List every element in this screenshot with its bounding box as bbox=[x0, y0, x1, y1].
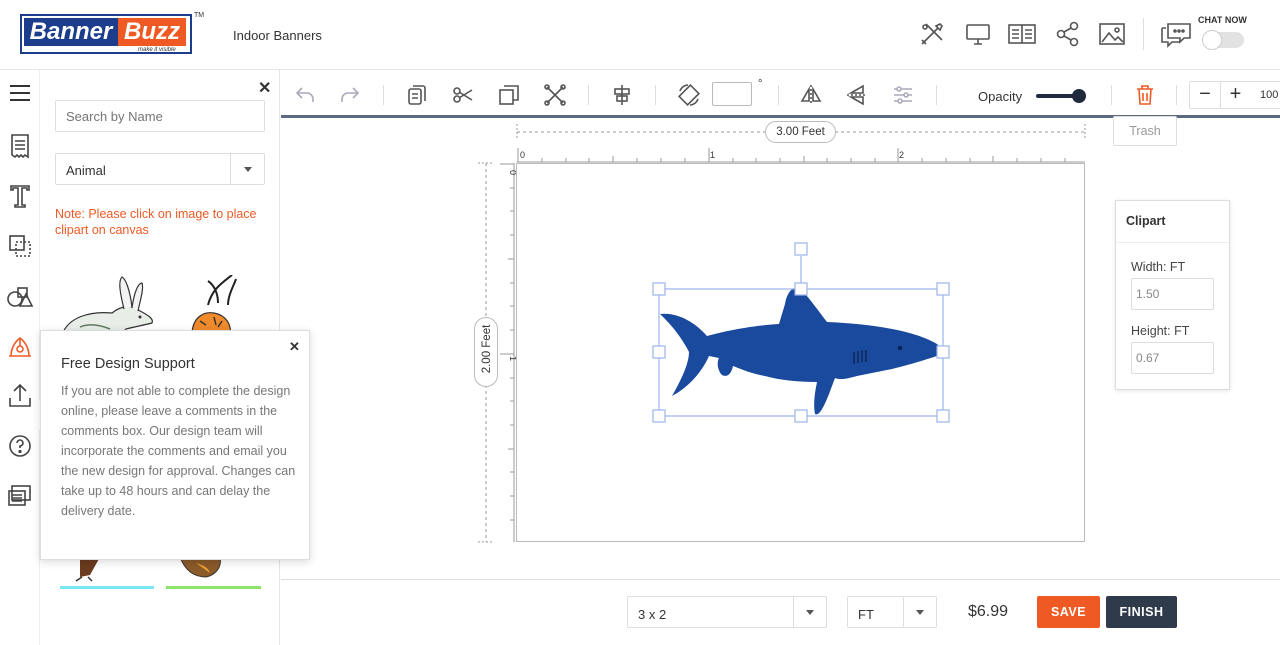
clipart-fox[interactable] bbox=[166, 556, 261, 596]
help-icon[interactable] bbox=[6, 432, 34, 460]
size-select[interactable]: 3 x 2 bbox=[627, 596, 827, 628]
bannerbuzz-logo[interactable]: Banner Buzz make it visible TM bbox=[20, 12, 204, 54]
rotation-input[interactable] bbox=[712, 82, 752, 106]
clipart-bird[interactable] bbox=[60, 557, 154, 596]
flip-horizontal-icon[interactable] bbox=[799, 83, 823, 107]
opacity-slider-thumb[interactable] bbox=[1072, 89, 1086, 103]
menu-icon[interactable] bbox=[6, 79, 34, 107]
design-tools-icon[interactable] bbox=[918, 20, 946, 48]
image-icon[interactable] bbox=[1098, 20, 1126, 48]
popup-close-icon[interactable]: ✕ bbox=[289, 339, 300, 355]
text-icon[interactable] bbox=[6, 182, 34, 210]
width-label: Width: FT bbox=[1131, 260, 1186, 274]
adjust-icon[interactable] bbox=[891, 83, 915, 107]
paste-icon[interactable] bbox=[405, 83, 429, 107]
flip-vertical-icon[interactable] bbox=[845, 83, 869, 107]
shapes-icon[interactable] bbox=[6, 282, 34, 310]
opacity-label: Opacity bbox=[978, 89, 1023, 104]
templates-icon[interactable] bbox=[6, 132, 34, 160]
price-label: $6.99 bbox=[968, 603, 1009, 620]
zoom-control: − + 100 bbox=[1189, 81, 1280, 109]
category-select[interactable]: Animal bbox=[55, 153, 265, 185]
design-support-popup: ✕ Free Design Support If you are not abl… bbox=[40, 330, 310, 560]
left-rail bbox=[0, 70, 40, 645]
copy-icon[interactable] bbox=[497, 83, 521, 107]
chevron-down-icon bbox=[230, 154, 264, 184]
height-dimension-pill: 2.00 Feet bbox=[474, 317, 498, 387]
trash-tooltip: Trash bbox=[1113, 116, 1177, 146]
top-header: Banner Buzz make it visible TM Indoor Ba… bbox=[0, 0, 1280, 70]
clipart-icon[interactable] bbox=[6, 332, 34, 360]
book-icon[interactable] bbox=[1007, 20, 1036, 48]
upload-icon[interactable] bbox=[6, 381, 34, 409]
popup-body: If you are not able to complete the desi… bbox=[61, 384, 296, 518]
search-input[interactable] bbox=[55, 100, 265, 132]
comments-icon[interactable] bbox=[6, 482, 34, 510]
layers-icon[interactable] bbox=[6, 232, 34, 260]
design-canvas[interactable] bbox=[516, 163, 1085, 542]
height-dimension-label: 2.00 Feet bbox=[481, 324, 493, 374]
height-field[interactable]: 0.67 bbox=[1131, 342, 1214, 374]
header-divider bbox=[1143, 18, 1144, 50]
degree-symbol: ° bbox=[758, 78, 763, 90]
chevron-down-icon bbox=[903, 597, 936, 627]
clipart-properties-panel: Clipart Width: FT 1.50 Height: FT 0.67 bbox=[1115, 200, 1230, 390]
cut-icon[interactable] bbox=[451, 83, 475, 107]
finish-button[interactable]: FINISH bbox=[1106, 596, 1177, 628]
shark-clipart[interactable] bbox=[660, 287, 944, 415]
clipart-properties-title: Clipart bbox=[1126, 214, 1166, 228]
page-title: Indoor Banners bbox=[233, 28, 322, 43]
rotate-icon[interactable] bbox=[677, 83, 701, 107]
trash-icon[interactable] bbox=[1133, 83, 1157, 107]
align-center-icon[interactable] bbox=[610, 83, 634, 107]
height-label: Height: FT bbox=[1131, 324, 1190, 338]
remove-icon[interactable] bbox=[543, 83, 567, 107]
ruler-x-0: 0 bbox=[520, 150, 525, 160]
ruler-x-1: 1 bbox=[710, 150, 715, 160]
zoom-value: 100 bbox=[1260, 89, 1279, 101]
zoom-out-button[interactable]: − bbox=[1190, 82, 1220, 108]
chevron-down-icon bbox=[793, 597, 826, 627]
panel-note: Note: Please click on image to place cli… bbox=[55, 207, 257, 237]
zoom-in-button[interactable]: + bbox=[1220, 82, 1250, 108]
ruler-x-2: 2 bbox=[899, 150, 904, 160]
edit-toolbar: ° Opacity − + 100 bbox=[281, 70, 1280, 118]
chat-toggle[interactable] bbox=[1202, 30, 1244, 50]
chat-now-label: CHAT NOW bbox=[1198, 15, 1247, 25]
chat-icon[interactable] bbox=[1160, 20, 1191, 48]
share-icon[interactable] bbox=[1054, 20, 1082, 48]
popup-title: Free Design Support bbox=[61, 356, 195, 372]
undo-icon[interactable] bbox=[293, 83, 317, 107]
width-dimension-label: 3.00 Feet bbox=[765, 121, 836, 143]
save-button[interactable]: SAVE bbox=[1037, 596, 1100, 628]
bottom-bar: 3 x 2 FT $6.99 SAVE FINISH bbox=[281, 579, 1280, 645]
panel-close-icon[interactable]: ✕ bbox=[258, 78, 271, 98]
width-field[interactable]: 1.50 bbox=[1131, 278, 1214, 310]
redo-icon[interactable] bbox=[338, 83, 362, 107]
canvas-content bbox=[652, 242, 950, 423]
unit-select[interactable]: FT bbox=[847, 596, 937, 628]
monitor-icon[interactable] bbox=[964, 20, 992, 48]
opacity-slider[interactable] bbox=[1036, 89, 1086, 103]
